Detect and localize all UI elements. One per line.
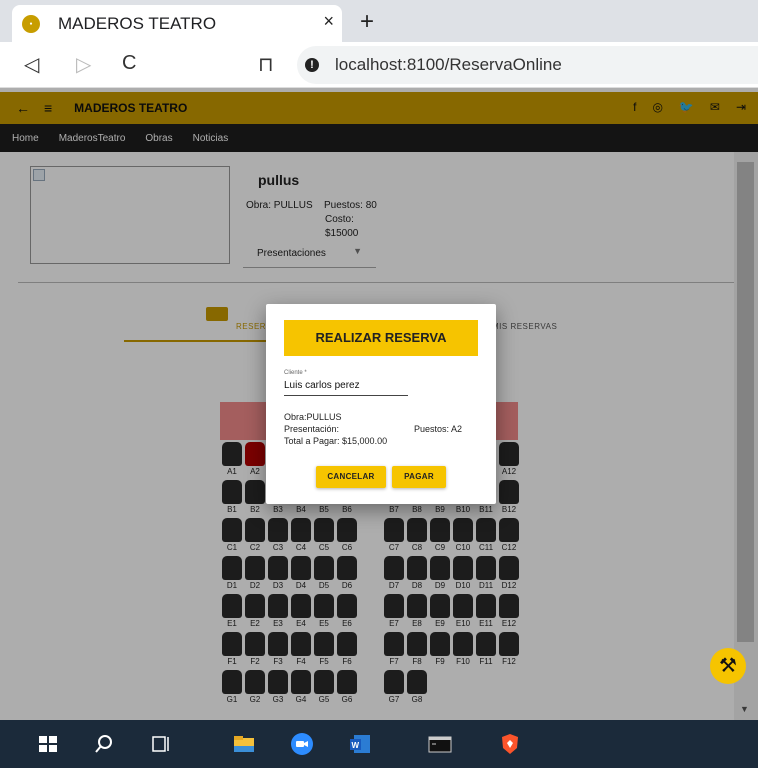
tools-fab-icon[interactable]: ⚒ [710,648,746,684]
site-info-icon[interactable]: ! [305,58,319,72]
dialog-seats: Puestos: A2 [414,424,463,434]
reload-icon[interactable]: C [122,52,136,75]
address-bar-row: ◁ ▷ C ⊓ ! localhost:8100/ReservaOnline [0,42,758,88]
browser-tab[interactable]: ● MADEROS TEATRO × [12,5,342,42]
search-icon[interactable] [92,732,116,756]
cancel-button[interactable]: CANCELAR [316,466,386,488]
terminal-icon[interactable] [428,732,452,756]
file-explorer-icon[interactable] [232,732,256,756]
client-field[interactable]: Luis carlos perez [284,378,408,396]
word-icon[interactable]: W [348,732,372,756]
tab-close-icon[interactable]: × [323,11,334,32]
brave-browser-icon[interactable] [498,732,522,756]
new-tab-icon[interactable]: + [360,8,374,36]
svg-text:W: W [352,741,360,750]
back-icon[interactable]: ◁ [24,52,39,77]
browser-tab-bar: ● MADEROS TEATRO × + [0,0,758,42]
url-field[interactable]: ! localhost:8100/ReservaOnline [297,46,758,84]
windows-taskbar: W [0,720,758,768]
app-viewport: ← ≡ MADEROS TEATRO f ◎ 🐦 ✉ ⇥ Home Madero… [0,88,758,720]
task-view-icon[interactable] [150,732,174,756]
forward-icon[interactable]: ▷ [76,52,91,77]
dialog-presentation: Presentación: [284,424,340,434]
pay-button[interactable]: PAGAR [392,466,446,488]
bookmark-icon[interactable]: ⊓ [258,52,274,77]
client-field-label: Cliente * [284,370,307,376]
dialog-obra: Obra:PULLUS [284,412,342,422]
tab-title: MADEROS TEATRO [58,13,217,33]
reservation-dialog: REALIZAR RESERVA Cliente * Luis carlos p… [266,304,496,504]
url-text: localhost:8100/ReservaOnline [335,55,562,74]
zoom-icon[interactable] [290,732,314,756]
dialog-title: REALIZAR RESERVA [284,320,478,356]
dialog-total: Total a Pagar: $15,000.00 [284,436,388,446]
site-favicon-icon: ● [22,14,40,33]
windows-start-icon[interactable] [36,732,60,756]
